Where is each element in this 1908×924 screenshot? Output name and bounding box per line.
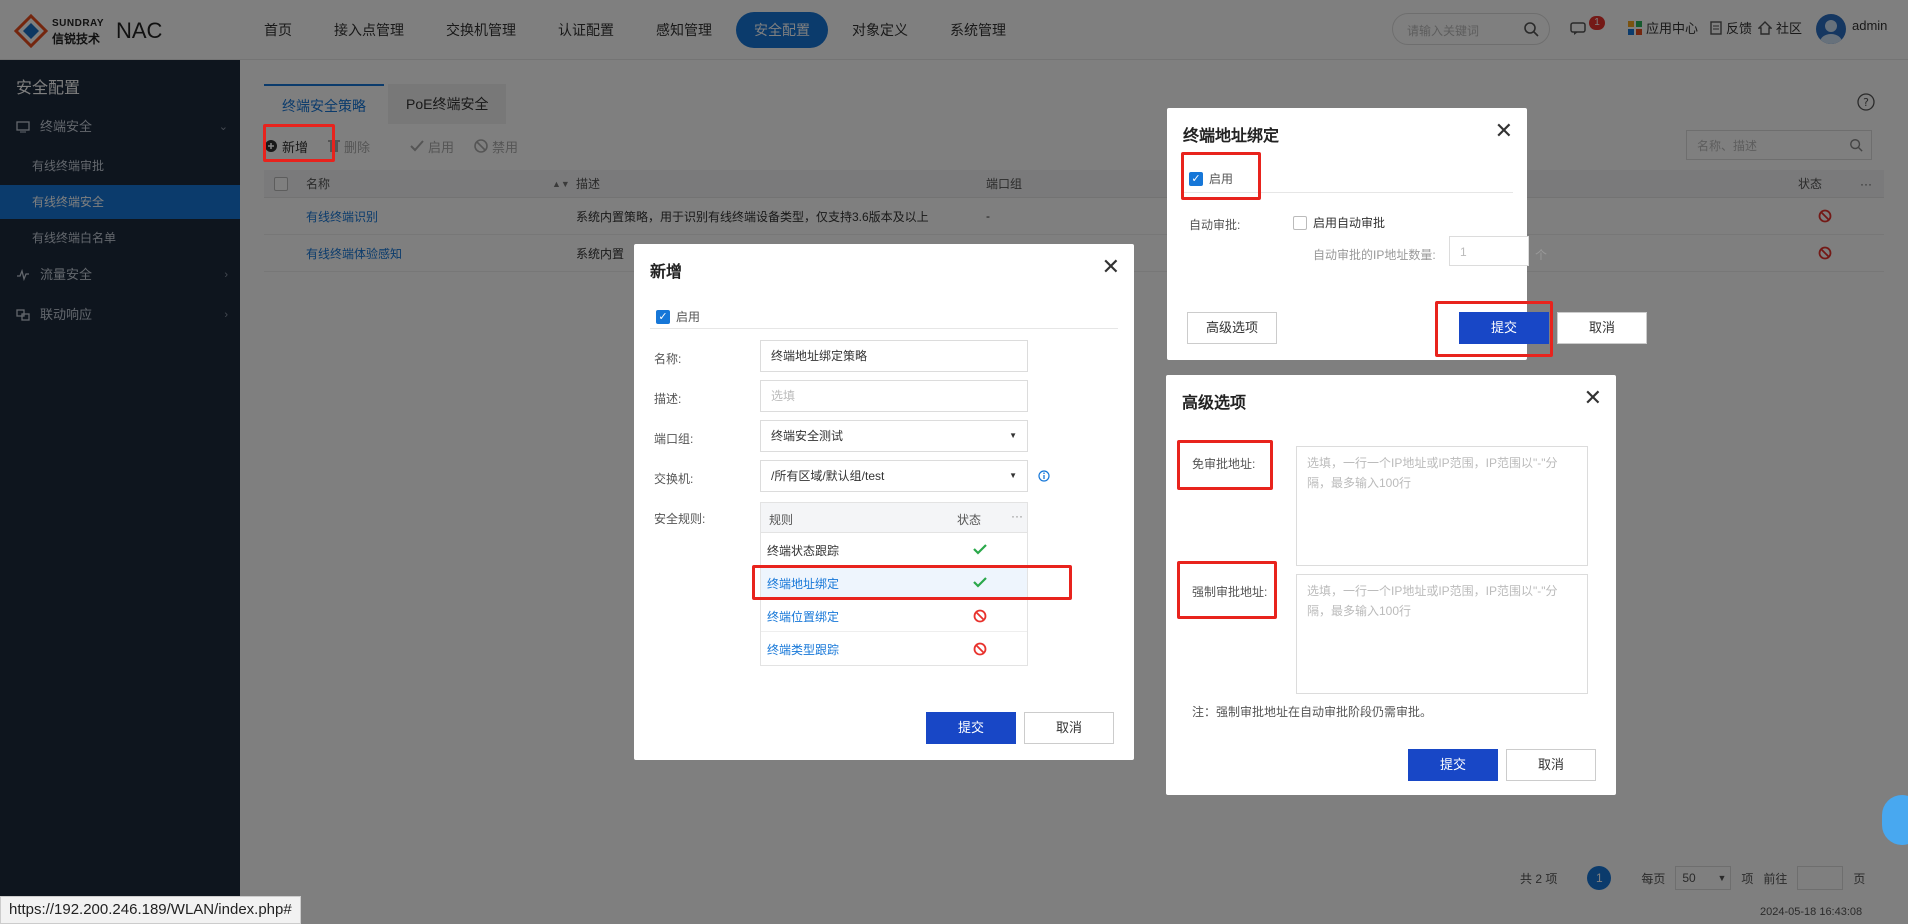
status-url-tooltip: https://192.200.246.189/WLAN/index.php#: [0, 896, 301, 924]
auto-approve-checkbox[interactable]: 启用自动审批: [1293, 214, 1385, 231]
ban-icon: [973, 642, 987, 656]
info-icon[interactable]: [1038, 470, 1050, 482]
rule-name[interactable]: 终端位置绑定: [767, 608, 839, 625]
dialog-title: 高级选项: [1182, 395, 1247, 412]
desc-field[interactable]: 选填: [760, 380, 1028, 412]
port-group-select[interactable]: 终端安全测试 ▼: [760, 420, 1028, 452]
highlight-box: [1435, 301, 1553, 357]
highlight-box: [1177, 440, 1273, 490]
ip-count-input[interactable]: 1: [1449, 236, 1529, 266]
submit-button[interactable]: 提交: [1408, 749, 1498, 781]
rule-name[interactable]: 终端类型跟踪: [767, 641, 839, 658]
checkbox-checked-icon: ✓: [656, 309, 670, 324]
auto-approve-text: 启用自动审批: [1313, 216, 1386, 230]
name-field[interactable]: 终端地址绑定策略: [760, 340, 1028, 372]
checkbox-unchecked-icon: [1293, 215, 1307, 230]
caret-down-icon: ▼: [1009, 471, 1017, 480]
ban-icon: [973, 609, 987, 623]
rules-label: 安全规则:: [654, 512, 706, 526]
switch-value: /所有区域/默认组/test: [771, 469, 885, 483]
highlight-box: [1181, 152, 1261, 200]
assistant-mascot-icon[interactable]: [1882, 795, 1908, 845]
ip-count-label: 自动审批的IP地址数量:: [1313, 248, 1436, 262]
close-icon[interactable]: ✕: [1102, 254, 1120, 280]
rule-row[interactable]: 终端状态跟踪: [761, 533, 1027, 566]
cancel-button[interactable]: 取消: [1557, 312, 1647, 344]
highlight-box: [263, 124, 335, 162]
auto-approve-label: 自动审批:: [1189, 218, 1241, 232]
name-label: 名称:: [654, 352, 682, 366]
add-dialog: 新增 ✕ ✓ 启用 名称: 终端地址绑定策略 描述: 选填 端口组: 终端安全测…: [634, 244, 1134, 760]
highlight-box: [1177, 561, 1277, 619]
rules-column-status: 状态: [957, 513, 982, 527]
highlight-box: [752, 565, 1072, 600]
advanced-options-button[interactable]: 高级选项: [1187, 312, 1277, 344]
more-icon[interactable]: ···: [1011, 509, 1023, 523]
desc-label: 描述:: [654, 392, 682, 406]
port-group-value: 终端安全测试: [771, 429, 844, 443]
ip-count-unit: 个: [1535, 248, 1548, 262]
switch-select[interactable]: /所有区域/默认组/test ▼: [760, 460, 1028, 492]
port-group-label: 端口组:: [654, 432, 694, 446]
cancel-button[interactable]: 取消: [1506, 749, 1596, 781]
rules-column-rule: 规则: [769, 513, 794, 527]
rule-row[interactable]: 终端类型跟踪: [761, 632, 1027, 665]
rule-name: 终端状态跟踪: [767, 544, 840, 558]
submit-button[interactable]: 提交: [926, 712, 1016, 744]
rule-row[interactable]: 终端位置绑定: [761, 599, 1027, 632]
force-address-textarea[interactable]: 选填，一行一个IP地址或IP范围，IP范围以"-"分隔，最多输入100行: [1296, 574, 1588, 694]
close-icon[interactable]: ✕: [1495, 118, 1513, 144]
note-text: 注：强制审批地址在自动审批阶段仍需审批。: [1192, 705, 1433, 719]
close-icon[interactable]: ✕: [1584, 385, 1602, 411]
divider: [650, 328, 1118, 329]
switch-label: 交换机:: [654, 472, 694, 486]
enable-checkbox[interactable]: ✓ 启用: [656, 308, 700, 325]
caret-down-icon: ▼: [1009, 431, 1017, 440]
check-icon: [973, 544, 987, 555]
dialog-title: 终端地址绑定: [1183, 128, 1280, 145]
rules-header: 规则 状态 ···: [761, 503, 1027, 533]
exempt-address-textarea[interactable]: 选填，一行一个IP地址或IP范围，IP范围以"-"分隔，最多输入100行: [1296, 446, 1588, 566]
enable-label: 启用: [676, 310, 701, 324]
dialog-title: 新增: [650, 264, 683, 281]
cancel-button[interactable]: 取消: [1024, 712, 1114, 744]
